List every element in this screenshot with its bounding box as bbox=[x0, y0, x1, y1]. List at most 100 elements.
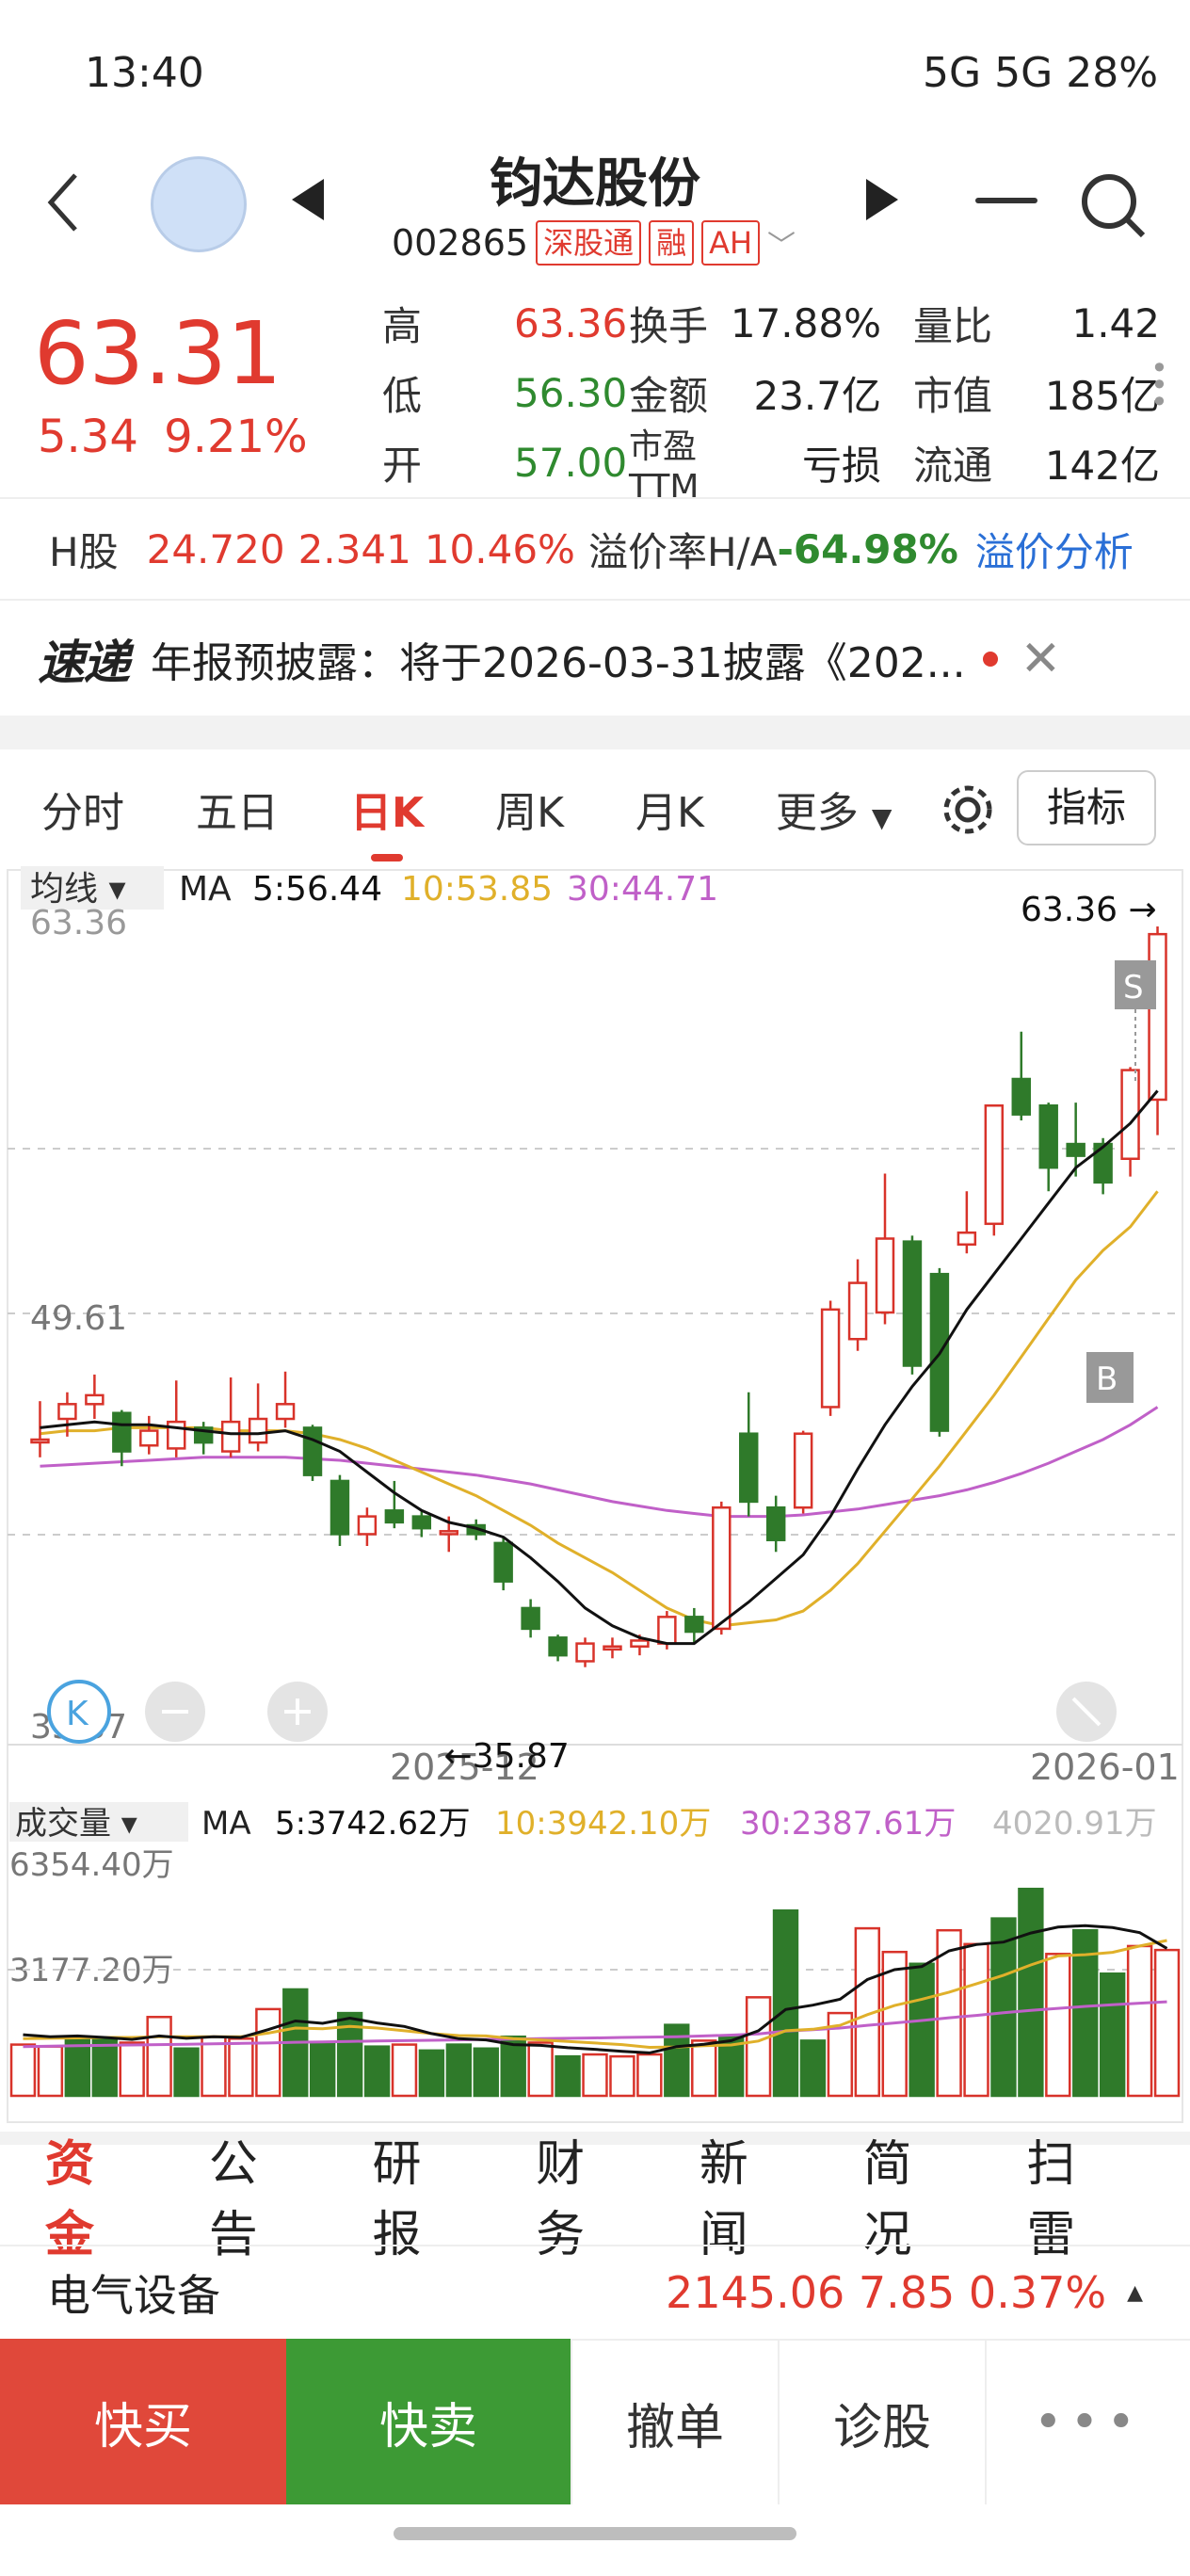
volume-bar bbox=[37, 2045, 64, 2098]
volume-bar bbox=[119, 2041, 145, 2098]
volume-bar bbox=[445, 2043, 473, 2098]
tag-shsgt: 深股通 bbox=[536, 220, 642, 266]
ticker-logo: 速递 bbox=[38, 636, 130, 690]
h-share-label: H股 bbox=[49, 528, 119, 575]
label-vol-ratio: 量比 bbox=[913, 302, 993, 349]
quick-sell-button[interactable]: 快卖 bbox=[286, 2339, 571, 2504]
close-icon[interactable]: ✕ bbox=[1021, 631, 1062, 687]
red-dot-icon bbox=[982, 652, 998, 667]
section-divider bbox=[0, 716, 1190, 749]
vol-axis-top-label: 6354.40万 bbox=[9, 1846, 174, 1884]
volume-bar bbox=[555, 2054, 581, 2098]
volume-bar bbox=[363, 2045, 391, 2098]
candle-body bbox=[57, 1403, 77, 1421]
candle-body bbox=[657, 1616, 677, 1645]
indicator-button[interactable]: 指标 bbox=[1017, 770, 1156, 845]
vol-ma10-legend: 10:3942.10万 bbox=[495, 1805, 711, 1843]
volume-bar bbox=[1126, 1944, 1153, 2098]
tab-more-label: 更多 bbox=[775, 789, 859, 837]
volume-bar bbox=[691, 2039, 717, 2098]
label-float-cap: 流通 bbox=[913, 442, 993, 489]
tab-more[interactable]: 更多 ▼ bbox=[776, 779, 892, 839]
search-icon[interactable] bbox=[1077, 169, 1149, 245]
candle-body bbox=[1038, 1103, 1058, 1169]
h-share-price: 24.720 bbox=[146, 525, 285, 572]
premium-value: -64.98% bbox=[777, 525, 958, 572]
quick-buy-button[interactable]: 快买 bbox=[0, 2339, 286, 2504]
candle-body bbox=[603, 1645, 622, 1651]
tab-5day[interactable]: 五日 bbox=[196, 779, 279, 839]
candle-body bbox=[739, 1432, 759, 1504]
candle-body bbox=[139, 1429, 159, 1447]
candle-body bbox=[521, 1606, 540, 1631]
tab-weekly-k[interactable]: 周K bbox=[495, 779, 564, 839]
chevron-down-icon[interactable]: ﹀ bbox=[767, 222, 796, 264]
label-amount: 金额 bbox=[629, 372, 709, 419]
info-tabs: 资金 公告 研报 财务 新闻 简况 扫雷 bbox=[0, 2132, 1190, 2263]
candle-body bbox=[411, 1515, 432, 1530]
label-low: 低 bbox=[382, 372, 423, 419]
minus-icon[interactable] bbox=[975, 198, 1037, 203]
volume-bar bbox=[418, 2049, 445, 2098]
value-high: 63.36 bbox=[514, 299, 628, 346]
volume-bar bbox=[990, 1917, 1017, 2098]
candle-body bbox=[439, 1530, 458, 1536]
candle-body bbox=[85, 1393, 105, 1406]
tag-ah[interactable]: AH bbox=[701, 220, 761, 266]
caret-up-icon: ▲ bbox=[1127, 2280, 1143, 2305]
volume-bar bbox=[310, 2041, 336, 2098]
value-market-cap: 185亿 bbox=[1044, 372, 1160, 419]
volume-bar bbox=[146, 2016, 172, 2098]
stock-name: 钧达股份 bbox=[490, 153, 700, 215]
candle-body bbox=[275, 1403, 296, 1421]
label-open: 开 bbox=[382, 442, 423, 489]
news-ticker[interactable]: 速递 年报预披露：将于2026-03-31披露《202... ✕ bbox=[0, 603, 1190, 716]
candle-body bbox=[712, 1505, 732, 1631]
stock-code: 002865 bbox=[392, 222, 529, 264]
home-indicator[interactable] bbox=[394, 2527, 796, 2540]
sector-row[interactable]: 电气设备 2145.06 7.85 0.37% ▲ bbox=[0, 2245, 1190, 2339]
vol-legend-prefix: 成交量 ▾ bbox=[15, 1805, 137, 1843]
value-pe: 亏损 bbox=[801, 442, 881, 489]
tab-daily-k[interactable]: 日K bbox=[350, 779, 424, 861]
candle-body bbox=[330, 1479, 350, 1536]
volume-bar bbox=[473, 2047, 499, 2098]
y-axis-top-label: 63.36 bbox=[30, 904, 127, 942]
more-dots-icon[interactable]: • • • bbox=[1150, 353, 1168, 417]
candlestick-chart[interactable]: 均线 ▾ MA 5:56.44 10:53.85 30:44.71 63.36 49.61 3… bbox=[0, 866, 1190, 2128]
tag-margin: 融 bbox=[649, 220, 695, 266]
next-stock-icon[interactable] bbox=[860, 175, 904, 228]
candle-body bbox=[793, 1432, 813, 1509]
vol-ma30-legend: 30:2387.61万 bbox=[740, 1805, 956, 1843]
diagnose-button[interactable]: 诊股 bbox=[778, 2339, 985, 2504]
price-change: 5.34 9.21% bbox=[38, 411, 308, 463]
premium-label: 溢价率H/A bbox=[587, 528, 778, 575]
value-open: 57.00 bbox=[514, 439, 628, 486]
label-turnover: 换手 bbox=[629, 302, 709, 349]
label-high: 高 bbox=[382, 302, 423, 349]
volume-bar bbox=[1018, 1887, 1044, 2098]
stats-row-low: 低 56.30 金额 23.7亿 市值 185亿 bbox=[382, 358, 1164, 427]
ma-legend-label: MA bbox=[179, 870, 232, 909]
tab-intraday[interactable]: 分时 bbox=[41, 779, 124, 839]
settings-gear-icon[interactable] bbox=[938, 780, 998, 844]
volume-bar bbox=[909, 1962, 935, 2098]
more-actions-button[interactable]: ••• bbox=[985, 2339, 1190, 2504]
ma5-legend: 5:56.44 bbox=[252, 870, 382, 909]
cancel-order-button[interactable]: 撤单 bbox=[571, 2339, 778, 2504]
h-share-row[interactable]: H股 24.720 2.341 10.46% 溢价率H/A -64.98% 溢价… bbox=[0, 497, 1190, 601]
candle-body bbox=[548, 1636, 568, 1657]
volume-bar bbox=[582, 2053, 608, 2098]
caret-down-icon: ▼ bbox=[871, 802, 892, 833]
candle-body bbox=[1148, 932, 1167, 1102]
ma-legend-prefix: 均线 ▾ bbox=[30, 870, 126, 909]
tab-monthly-k[interactable]: 月K bbox=[635, 779, 704, 839]
ticker-text: 年报预披露：将于2026-03-31披露《202... bbox=[151, 639, 966, 687]
candle-body bbox=[684, 1616, 704, 1634]
value-float-cap: 142亿 bbox=[1044, 442, 1160, 489]
volume-bar bbox=[745, 1996, 772, 2098]
candle-body bbox=[902, 1240, 923, 1367]
candle-body bbox=[875, 1237, 895, 1314]
premium-analysis-link[interactable]: 溢价分析 bbox=[975, 521, 1134, 578]
stock-code-row: 002865 深股通 融 AH ﹀ bbox=[392, 220, 796, 266]
